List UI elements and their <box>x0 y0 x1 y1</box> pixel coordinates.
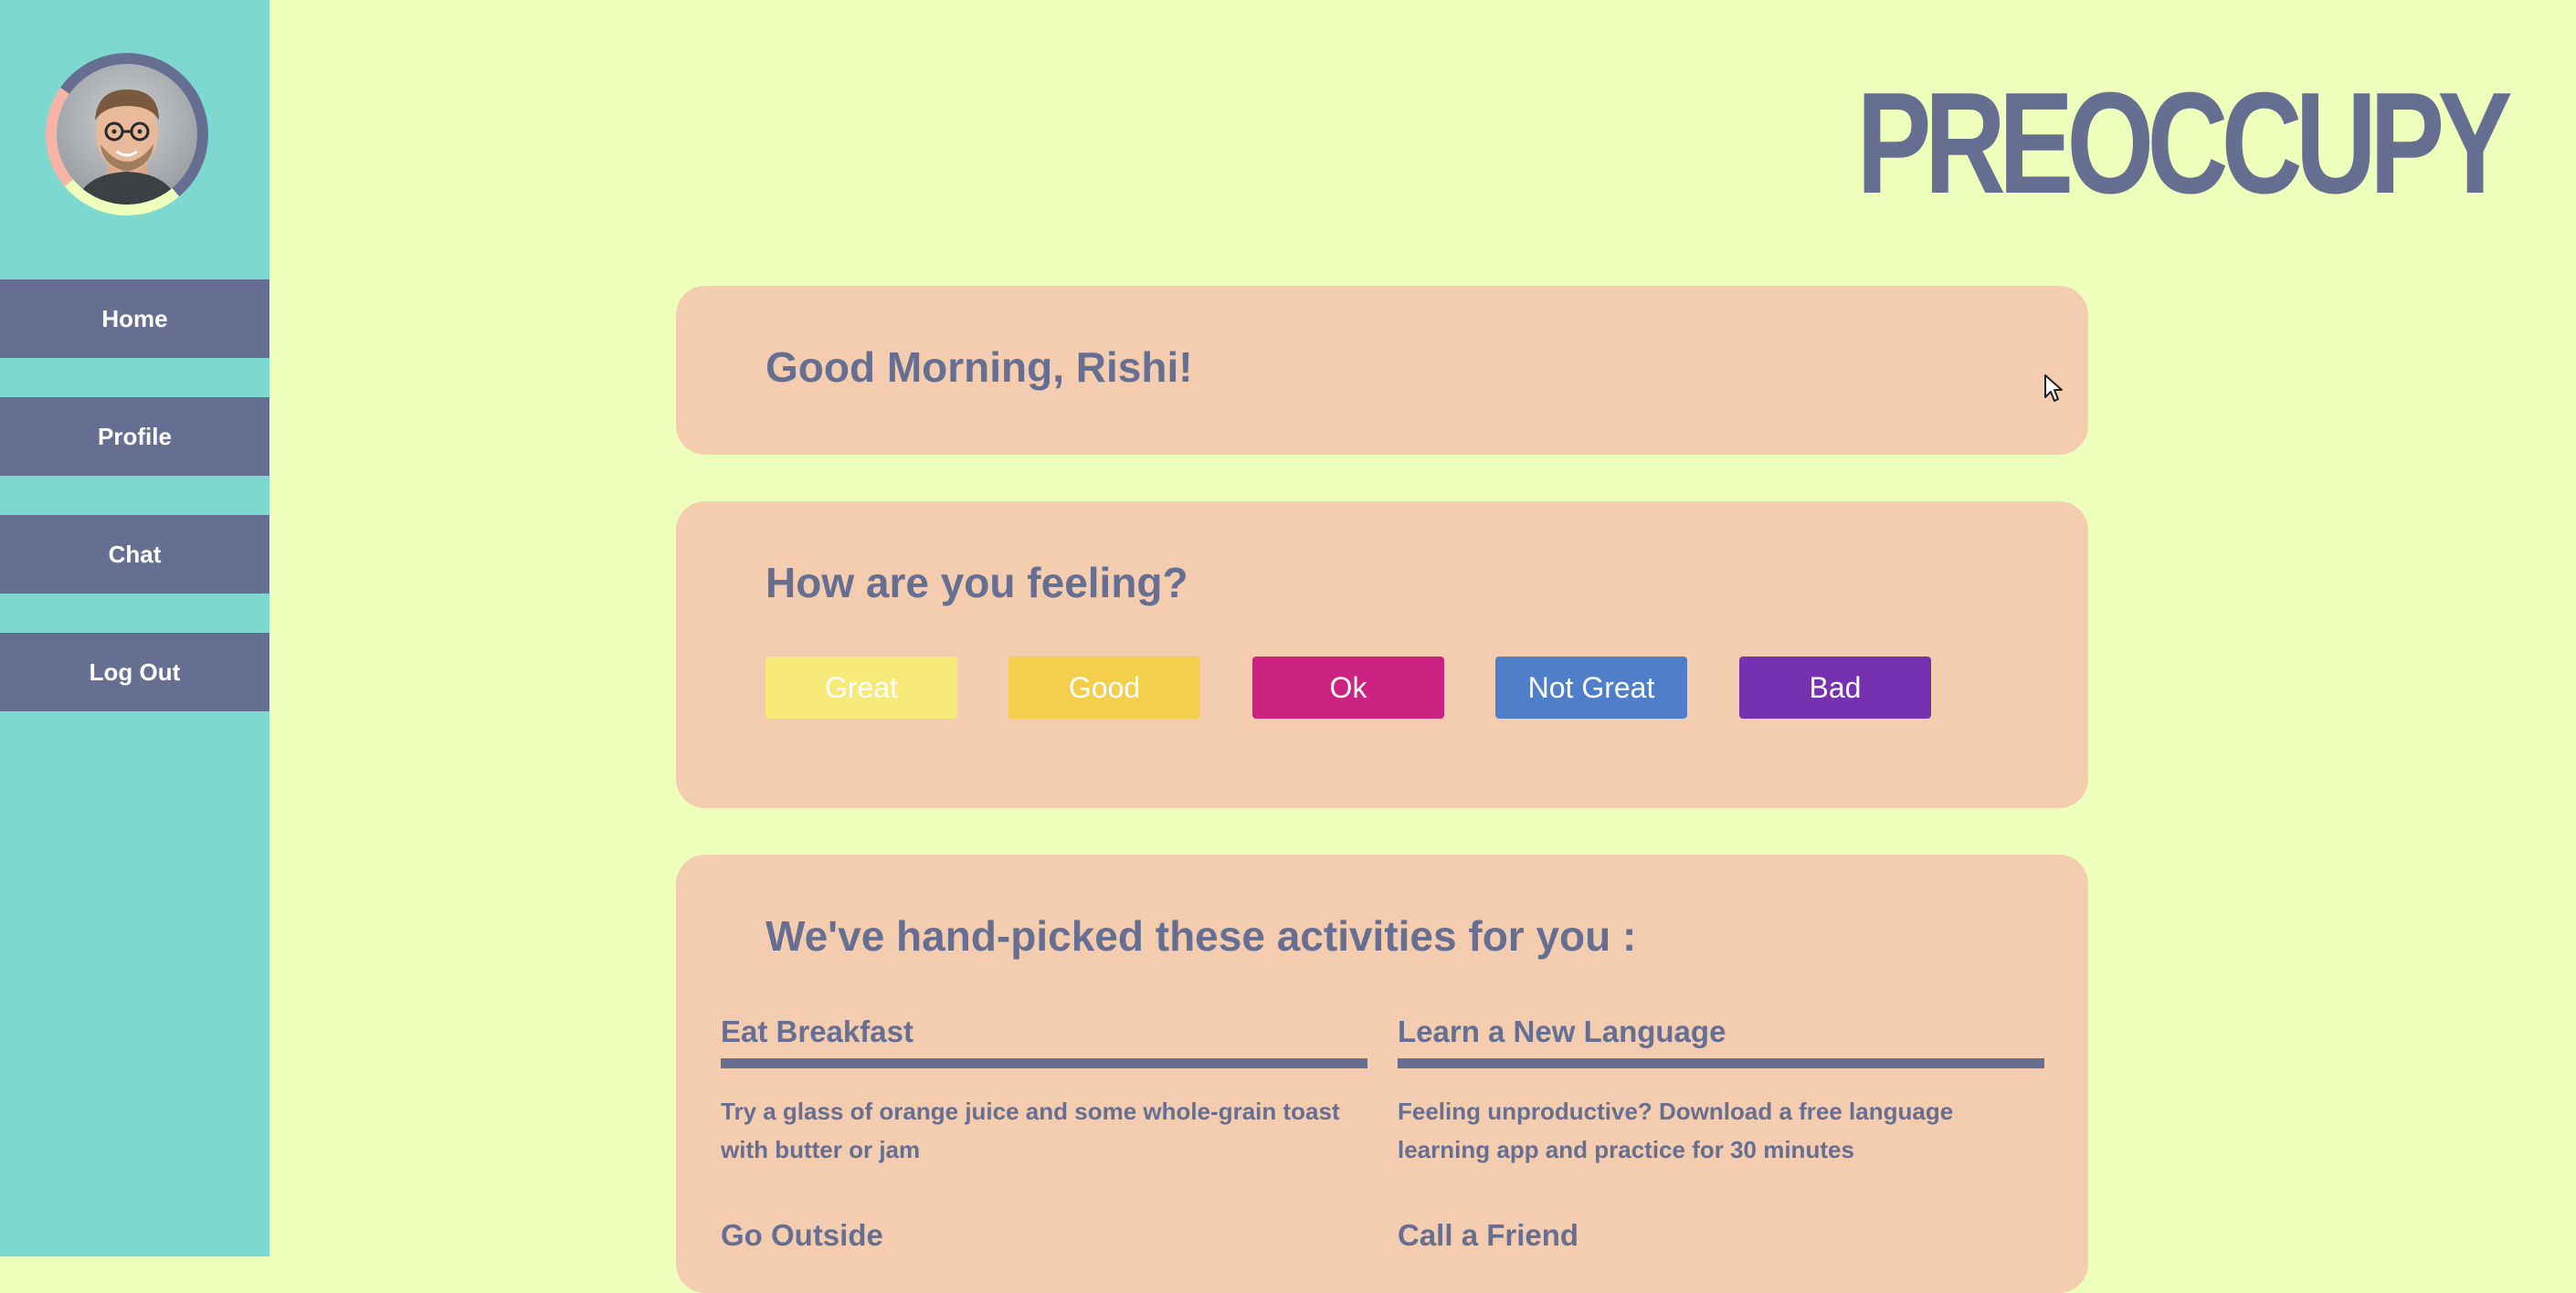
nav-logout-label: Log Out <box>89 657 181 686</box>
activity-title: Call a Friend <box>1398 1218 1579 1252</box>
nav-home-label: Home <box>101 304 168 332</box>
activity-item-eat-breakfast[interactable]: Eat Breakfast Try a glass of orange juic… <box>721 1011 1367 1169</box>
mood-not-great-button[interactable]: Not Great <box>1495 657 1687 719</box>
app-logo: PREOCCUPY <box>1856 63 2513 224</box>
activity-item-learn-language[interactable]: Learn a New Language Feeling unproductiv… <box>1398 1011 2044 1169</box>
activity-title: Go Outside <box>721 1218 883 1252</box>
activity-item-go-outside[interactable]: Go Outside <box>721 1214 1367 1256</box>
nav-profile-label: Profile <box>98 422 172 450</box>
avatar-ring <box>46 53 208 216</box>
nav-chat-button[interactable]: Chat <box>0 515 269 594</box>
avatar[interactable] <box>57 64 197 205</box>
mood-good-button[interactable]: Good <box>1008 657 1200 719</box>
activity-divider <box>1398 1058 2044 1068</box>
nav-profile-button[interactable]: Profile <box>0 397 269 476</box>
activity-description: Try a glass of orange juice and some who… <box>721 1098 1340 1163</box>
nav-logout-button[interactable]: Log Out <box>0 633 269 711</box>
activity-title: Eat Breakfast <box>721 1014 913 1048</box>
activity-item-call-friend[interactable]: Call a Friend <box>1398 1214 2044 1256</box>
sidebar: Home Profile Chat Log Out <box>0 0 269 1256</box>
mood-question: How are you feeling? <box>765 559 1188 606</box>
activity-title: Learn a New Language <box>1398 1014 1726 1048</box>
nav-home-button[interactable]: Home <box>0 279 269 358</box>
greeting-text: Good Morning, Rishi! <box>765 343 1193 391</box>
mood-bad-button[interactable]: Bad <box>1739 657 1931 719</box>
activity-description: Feeling unproductive? Download a free la… <box>1398 1098 1954 1163</box>
user-avatar-icon <box>75 89 179 205</box>
activities-heading: We've hand-picked these activities for y… <box>765 912 1637 960</box>
mouse-cursor-icon <box>2044 374 2063 402</box>
greeting-card: Good Morning, Rishi! <box>676 286 2088 455</box>
mood-great-button[interactable]: Great <box>765 657 957 719</box>
mood-card: How are you feeling? Great Good Ok Not G… <box>676 501 2088 808</box>
mood-ok-button[interactable]: Ok <box>1252 657 1444 719</box>
nav-chat-label: Chat <box>108 540 162 568</box>
activities-card: We've hand-picked these activities for y… <box>676 855 2088 1293</box>
activity-divider <box>721 1058 1367 1068</box>
